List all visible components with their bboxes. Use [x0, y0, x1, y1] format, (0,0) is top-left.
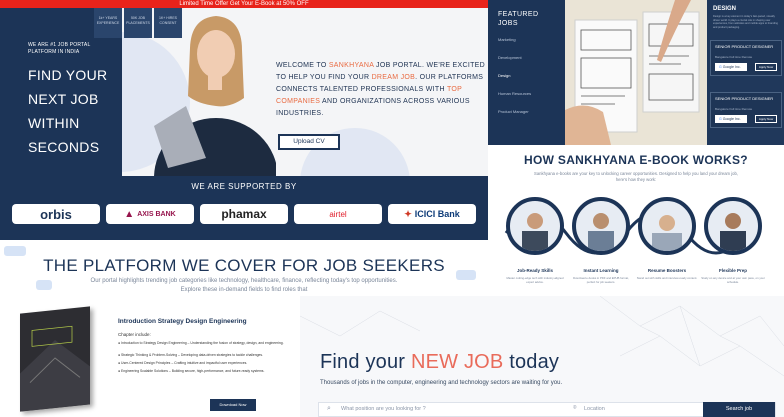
design-description: Design is a key element in today's fast-… — [713, 15, 778, 29]
chapter-item: ● Engineering Scalable Solutions – Build… — [118, 369, 265, 373]
apply-button[interactable]: Apply Now — [755, 115, 777, 123]
how-title: HOW SANKHYANA E-BOOK WORKS? — [524, 153, 748, 167]
step-title: Flexible Prep — [718, 268, 747, 273]
step-title: Instant Learning — [583, 268, 619, 273]
platform-title: THE PLATFORM WE COVER FOR JOB SEEKERS — [43, 256, 445, 275]
how-subtitle: Sankhyana e-books are your key to unlock… — [534, 171, 738, 182]
category-item[interactable]: Product Manager — [498, 109, 529, 114]
step-image-learning — [572, 197, 630, 255]
axis-bank-logo: ▲ AXIS BANK — [106, 204, 194, 224]
search-icon: ⌕ — [327, 405, 331, 412]
find-job-section: Find your NEW JOB today Thousands of job… — [300, 296, 784, 417]
sponsors-title: WE ARE SUPPORTED BY — [191, 182, 297, 191]
job-title: SENIOR PRODUCT DESIGNER — [715, 44, 774, 49]
step-description: Master cutting-edge tech with industry-a… — [506, 276, 564, 284]
category-item[interactable]: Human Resources — [498, 91, 531, 96]
hero-woman-image — [154, 16, 276, 176]
platform-section: THE PLATFORM WE COVER FOR JOB SEEKERS Ou… — [0, 240, 488, 296]
icici-bank-logo: ✦ ICICI Bank — [388, 204, 476, 224]
category-item[interactable]: Development — [498, 55, 522, 60]
job-card[interactable]: SENIOR PRODUCT DESIGNER Bangalore Full t… — [710, 40, 782, 76]
orbis-logo: orbis — [12, 204, 100, 224]
chapter-item: ● Introduction to Strategy Design Engine… — [118, 341, 284, 345]
apply-button[interactable]: Apply Now — [755, 63, 777, 71]
chapter-label: Chapter include: — [118, 332, 151, 337]
search-job-button[interactable]: Search job — [703, 402, 775, 417]
company-badge: G Google Inc. — [715, 63, 747, 71]
ebook-section: Introduction Strategy Design Engineering… — [0, 296, 300, 417]
design-title: DESIGN — [713, 6, 737, 12]
job-card[interactable]: SENIOR PRODUCT DESIGNER Bangalore Full t… — [710, 92, 782, 128]
ebook-title: Introduction Strategy Design Engineering — [118, 318, 247, 325]
company-badge: G Google Inc. — [715, 115, 747, 123]
step-image-flexible — [704, 197, 762, 255]
ebook-cover-image — [20, 306, 90, 412]
how-it-works-section: HOW SANKHYANA E-BOOK WORKS? Sankhyana e-… — [488, 145, 784, 295]
find-job-subtitle: Thousands of jobs in the computer, engin… — [320, 380, 563, 386]
dream-job-highlight: DREAM JOB — [371, 74, 416, 81]
hero-section: 1k+ YEARS EXPERIENCE 50K JOB PLACEMENTS … — [0, 8, 488, 176]
position-search-input[interactable]: What position are you looking for ? — [341, 406, 426, 412]
upload-cv-button[interactable]: Upload CV — [278, 134, 340, 150]
find-job-title: Find your NEW JOB today — [320, 351, 560, 373]
decor-bubble — [36, 280, 52, 290]
category-item[interactable]: Marketing — [498, 37, 516, 42]
step-title: Resume Boosters — [647, 268, 687, 273]
step-description: Download e-books in PDF and EPUB format,… — [573, 276, 629, 284]
step-image-resume — [638, 197, 696, 255]
intro-paragraph: WELCOME TO SANKHYANA JOB PORTAL. WE'RE E… — [276, 62, 485, 117]
job-meta: Bangalore Full time Remote — [715, 107, 753, 111]
design-sketch-image — [565, 0, 707, 145]
step-description: Study on any device and at your own pace… — [701, 276, 765, 284]
chapter-item: ● Strategic Thinking & Problem-Solving –… — [118, 353, 264, 357]
promo-banner[interactable]: Limited Time Offer Get Your E-Book at 50… — [0, 0, 488, 8]
job-title: SENIOR PRODUCT DESIGNER — [715, 96, 774, 101]
job-meta: Bangalore Full time Remote — [715, 55, 753, 59]
step-description: Stand out with skills and interview-read… — [636, 276, 698, 280]
job-search-bar: ⌕ What position are you looking for ? ⌾ … — [318, 402, 776, 417]
step-image-skills — [506, 197, 564, 255]
featured-jobs-section: FEATURED JOBS Marketing Development Desi… — [488, 0, 784, 145]
phamax-logo: phamax — [200, 204, 288, 224]
download-button[interactable]: Download Now — [210, 399, 256, 411]
location-pin-icon: ⌾ — [573, 405, 577, 411]
step-title: Job-Ready Skills — [516, 268, 553, 273]
airtel-logo: airtel — [294, 204, 382, 224]
chapter-item: ● User-Centered Design Principles – Craf… — [118, 361, 248, 365]
location-input[interactable]: Location — [584, 406, 605, 412]
platform-subtitle: Our portal highlights trending job categ… — [90, 278, 398, 293]
featured-jobs-title: FEATURED JOBS — [498, 11, 539, 27]
stat-badge: 1k+ YEARS EXPERIENCE — [94, 8, 122, 38]
hero-tagline: WE ARE #1 JOB PORTAL PLATFORM IN INDIA — [28, 42, 91, 55]
hero-headline: FIND YOUR NEXT JOB WITHIN SECONDS — [28, 67, 108, 155]
sponsors-section: WE ARE SUPPORTED BY orbis ▲ AXIS BANK pha… — [0, 176, 488, 240]
category-item-active[interactable]: Design — [498, 73, 510, 78]
brand-highlight: SANKHYANA — [328, 62, 374, 69]
decor-bubble — [4, 246, 26, 256]
